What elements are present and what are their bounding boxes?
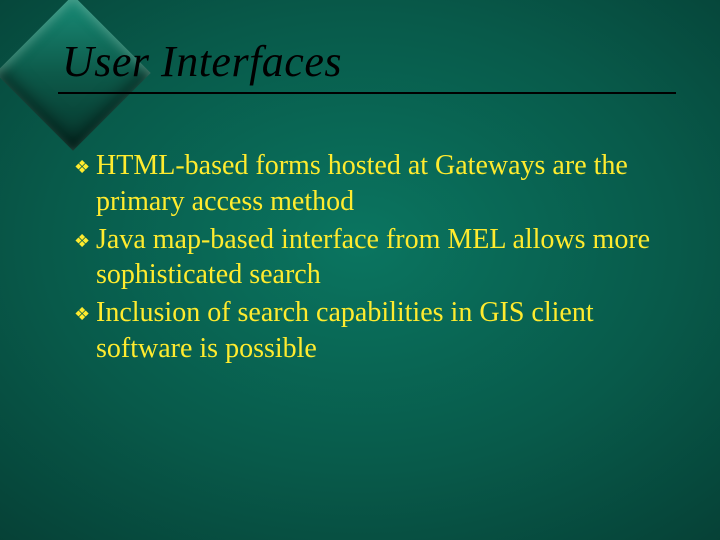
list-item: ❖Inclusion of search capabilities in GIS… <box>74 295 660 367</box>
diamond-bullet-icon: ❖ <box>74 230 96 253</box>
title-underline <box>58 92 676 94</box>
list-item: ❖HTML-based forms hosted at Gateways are… <box>74 148 660 220</box>
diamond-bullet-icon: ❖ <box>74 156 96 179</box>
bullet-list: ❖HTML-based forms hosted at Gateways are… <box>74 148 660 369</box>
list-item-text: Inclusion of search capabilities in GIS … <box>96 297 594 364</box>
list-item-text: HTML-based forms hosted at Gateways are … <box>96 150 628 217</box>
slide-title: User Interfaces <box>62 36 342 87</box>
diamond-bullet-icon: ❖ <box>74 303 96 326</box>
list-item-text: Java map-based interface from MEL allows… <box>96 224 650 291</box>
slide: User Interfaces ❖HTML-based forms hosted… <box>0 0 720 540</box>
list-item: ❖Java map-based interface from MEL allow… <box>74 222 660 294</box>
